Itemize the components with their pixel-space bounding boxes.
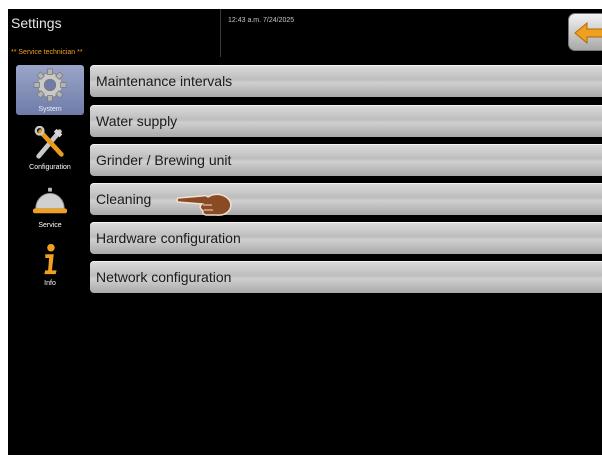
menu-item-maintenance-intervals[interactable]: Maintenance intervals [90,65,602,97]
tools-icon [34,126,64,159]
page-title: Settings [11,15,62,31]
info-icon [44,243,57,275]
menu-item-label: Network configuration [96,269,232,285]
sidebar-item-label: System [38,106,62,113]
header-divider [220,9,221,57]
pointing-hand-icon [176,193,232,216]
service-bell-icon [33,187,67,214]
menu-item-label: Grinder / Brewing unit [96,152,232,168]
menu-item-grinder-brewing-unit[interactable]: Grinder / Brewing unit [90,144,602,176]
user-role: ** Service technician ** [11,49,83,56]
settings-screen: Settings ** Service technician ** 12:43 … [8,9,602,455]
sidebar-item-label: Info [44,280,56,287]
menu-item-label: Maintenance intervals [96,73,233,89]
back-arrow-icon [574,22,602,44]
sidebar-item-system[interactable]: System [16,65,84,115]
menu-item-water-supply[interactable]: Water supply [90,105,602,137]
menu-item-label: Hardware configuration [96,230,241,246]
sidebar-item-configuration[interactable]: Configuration [16,123,84,173]
sidebar-item-label: Configuration [29,164,71,171]
back-button[interactable] [568,13,602,51]
sidebar-item-info[interactable]: Info [16,239,84,289]
menu-item-label: Water supply [96,113,178,129]
gear-icon [33,68,67,102]
sidebar-item-label: Service [38,222,62,229]
menu-item-network-configuration[interactable]: Network configuration [90,261,602,293]
sidebar-item-service[interactable]: Service [16,181,84,231]
menu-item-hardware-configuration[interactable]: Hardware configuration [90,222,602,254]
menu-item-cleaning[interactable]: Cleaning [90,183,602,215]
datetime: 12:43 a.m. 7/24/2025 [228,17,295,24]
menu-item-label: Cleaning [96,191,152,207]
